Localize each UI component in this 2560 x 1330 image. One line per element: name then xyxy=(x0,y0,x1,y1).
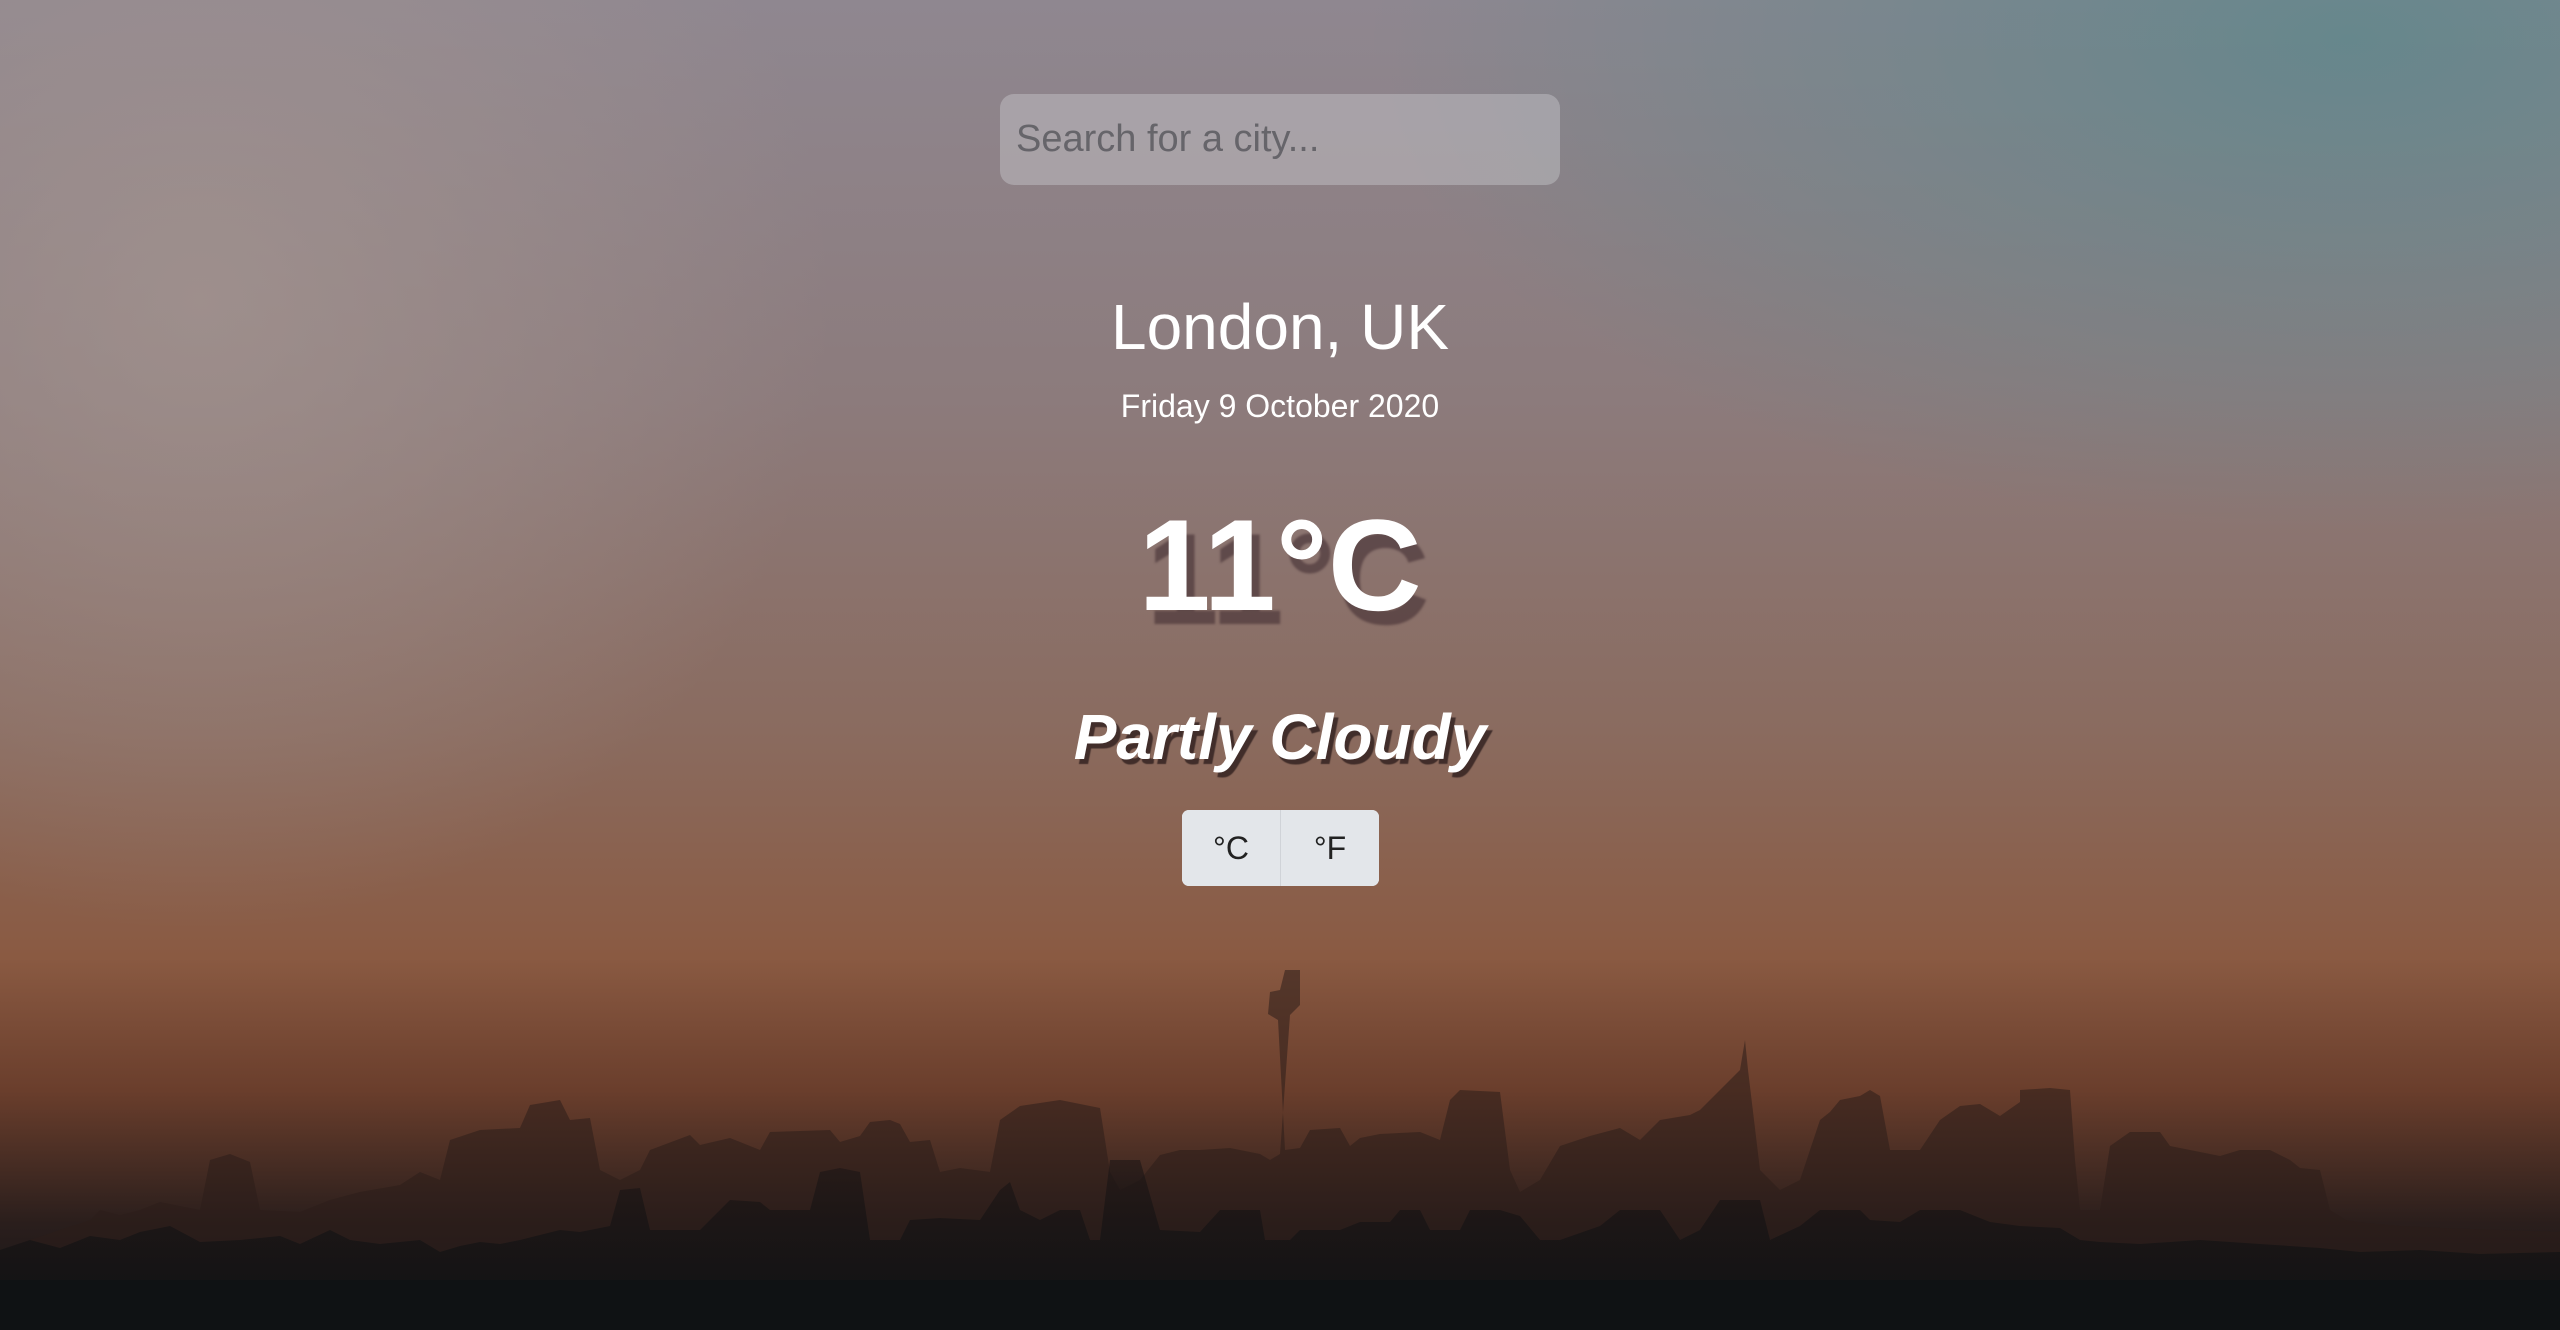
temperature-display: 11°C xyxy=(1138,492,1422,638)
city-search-input[interactable] xyxy=(1000,94,1560,185)
location-title: London, UK xyxy=(1110,291,1450,363)
fahrenheit-button[interactable]: °F xyxy=(1280,810,1379,886)
celsius-button[interactable]: °C xyxy=(1182,810,1280,886)
search-bar xyxy=(1000,94,1560,185)
unit-toggle-group: °C °F xyxy=(1182,810,1379,886)
current-date: Friday 9 October 2020 xyxy=(1120,388,1440,424)
city-skyline-image xyxy=(0,970,2560,1330)
weather-condition: Partly Cloudy xyxy=(1073,701,1487,773)
weather-app: London, UK Friday 9 October 2020 11°C Pa… xyxy=(0,0,2560,1330)
